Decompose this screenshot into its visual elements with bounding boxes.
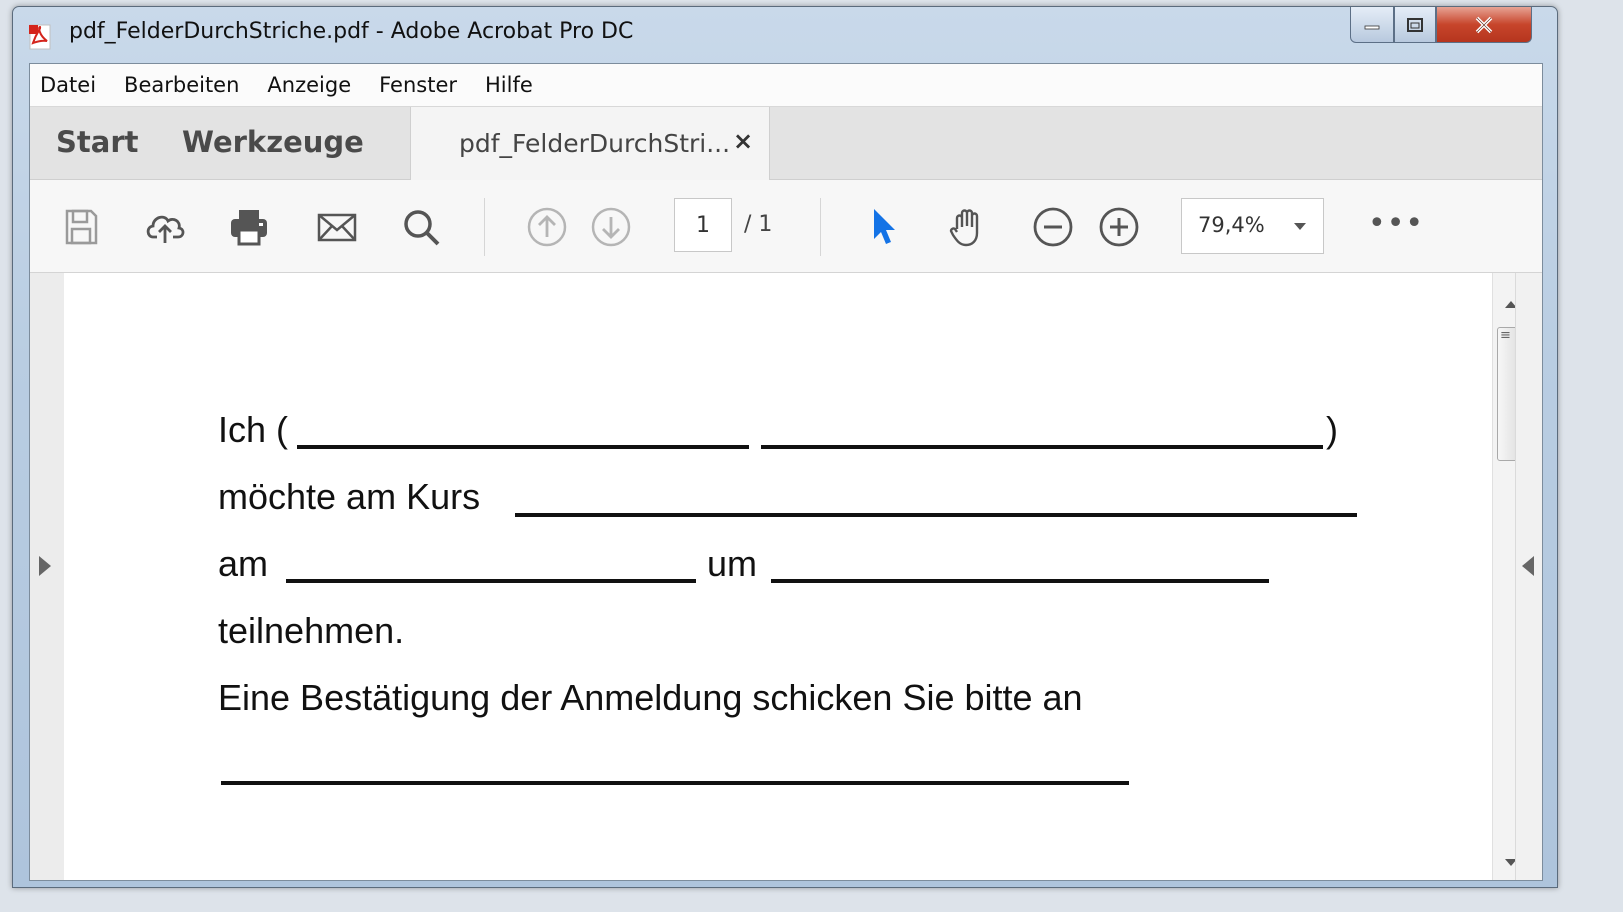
zoom-in-button[interactable]	[1096, 204, 1142, 250]
window-client-area: Datei Bearbeiten Anzeige Fenster Hilfe S…	[29, 63, 1543, 881]
menu-hilfe[interactable]: Hilfe	[471, 64, 547, 106]
minimize-icon	[1364, 25, 1380, 29]
hand-tool-button[interactable]	[944, 204, 990, 250]
blank-time	[771, 579, 1269, 583]
zoom-out-button[interactable]	[1030, 204, 1076, 250]
next-page-icon	[591, 207, 631, 247]
document-tab-label: pdf_FelderDurchStri...	[459, 129, 731, 158]
toolbar: / 1	[30, 180, 1542, 273]
line-um: um	[707, 543, 758, 584]
pdf-page: Ich ( ) möchte am Kurs am um teilnehmen.…	[64, 273, 1492, 880]
blank-address	[221, 781, 1129, 785]
tab-werkzeuge[interactable]: Werkzeuge	[182, 125, 364, 159]
line-name-suffix: )	[1326, 409, 1338, 450]
close-tab-button[interactable]: ×	[733, 127, 753, 155]
close-window-button[interactable]	[1436, 7, 1532, 43]
menu-bearbeiten[interactable]: Bearbeiten	[110, 64, 253, 106]
menu-datei[interactable]: Datei	[30, 64, 110, 106]
search-icon	[404, 210, 440, 246]
select-pointer-icon	[874, 209, 895, 244]
save-icon	[65, 209, 98, 245]
expand-right-icon	[1522, 556, 1534, 576]
window-title: pdf_FelderDurchStriche.pdf - Adobe Acrob…	[69, 19, 634, 44]
menu-fenster[interactable]: Fenster	[365, 64, 471, 106]
print-button[interactable]	[226, 204, 272, 250]
previous-page-button[interactable]	[524, 204, 570, 250]
expand-left-icon	[39, 556, 51, 576]
upload-button[interactable]	[142, 204, 188, 250]
page-total: / 1	[744, 212, 773, 237]
more-icon[interactable]: •••	[1368, 206, 1424, 241]
line-am: am	[218, 543, 269, 584]
select-tool-button[interactable]	[860, 204, 906, 250]
line-name-prefix: Ich (	[218, 409, 289, 450]
line-confirmation: Eine Bestätigung der Anmeldung schicken …	[218, 677, 1083, 718]
tab-start[interactable]: Start	[56, 125, 138, 159]
left-pane-toggle[interactable]	[30, 273, 65, 880]
next-page-button[interactable]	[588, 204, 634, 250]
blank-course	[515, 513, 1357, 517]
line-course-prefix: möchte am Kurs	[218, 476, 481, 517]
blank-date	[286, 579, 696, 583]
line-teilnehmen: teilnehmen.	[218, 610, 405, 651]
upload-cloud-icon	[146, 215, 185, 243]
print-icon	[231, 210, 267, 246]
tab-document[interactable]: pdf_FelderDurchStri... ×	[410, 107, 770, 180]
zoom-dropdown[interactable]: 79,4%	[1181, 198, 1324, 254]
acrobat-app-icon	[29, 24, 51, 50]
right-pane-toggle[interactable]	[1515, 273, 1542, 880]
maximize-button[interactable]	[1394, 7, 1436, 43]
blank-first-name	[297, 445, 749, 449]
zoom-in-icon	[1099, 207, 1139, 247]
scroll-grip-icon: ≡	[1500, 328, 1511, 343]
minimize-button[interactable]	[1350, 7, 1394, 43]
page-number-input[interactable]	[674, 198, 732, 252]
application-window: pdf_FelderDurchStriche.pdf - Adobe Acrob…	[12, 6, 1558, 888]
tab-bar: Start Werkzeuge pdf_FelderDurchStri... ×	[30, 107, 1542, 180]
blank-last-name	[761, 445, 1323, 449]
toolbar-separator	[484, 198, 485, 256]
email-icon	[317, 213, 357, 242]
close-icon	[1475, 16, 1493, 33]
chevron-down-icon	[1294, 223, 1306, 230]
email-button[interactable]	[314, 204, 360, 250]
maximize-icon	[1407, 17, 1423, 32]
hand-icon	[949, 209, 979, 247]
document-area: Ich ( ) möchte am Kurs am um teilnehmen.…	[30, 273, 1542, 880]
save-button[interactable]	[58, 204, 104, 250]
previous-page-icon	[527, 207, 567, 247]
menu-anzeige[interactable]: Anzeige	[253, 64, 365, 106]
title-bar[interactable]: pdf_FelderDurchStriche.pdf - Adobe Acrob…	[13, 7, 1557, 63]
zoom-value: 79,4%	[1198, 213, 1265, 237]
menu-bar: Datei Bearbeiten Anzeige Fenster Hilfe	[30, 64, 1542, 107]
search-button[interactable]	[398, 204, 444, 250]
zoom-out-icon	[1033, 207, 1073, 247]
toolbar-separator	[820, 198, 821, 256]
